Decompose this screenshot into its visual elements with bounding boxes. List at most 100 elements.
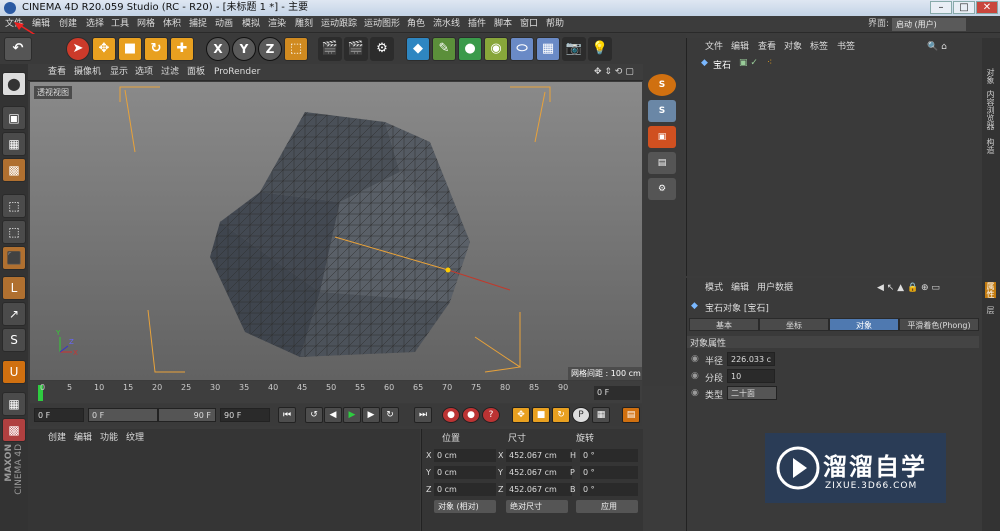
objmgr-menu-objects[interactable]: 对象 xyxy=(784,40,802,54)
keyframe-selection-icon[interactable]: ? xyxy=(482,407,500,423)
size-y-field[interactable]: 452.067 cm xyxy=(506,466,572,479)
rotation-h-field[interactable]: 0 ° xyxy=(580,449,638,462)
rotation-p-field[interactable]: 0 ° xyxy=(580,466,638,479)
viewport-menu-options[interactable]: 选项 xyxy=(135,64,153,81)
attr-menu-edit[interactable]: 编辑 xyxy=(731,281,749,295)
subdivision-icon[interactable]: ● xyxy=(458,37,482,61)
attr-menu-mode[interactable]: 模式 xyxy=(705,281,723,295)
key-rotation-icon[interactable]: ↻ xyxy=(552,407,570,423)
menu-sculpt[interactable]: 雕刻 xyxy=(295,16,313,33)
coord-size-mode-select[interactable]: 绝对尺寸 xyxy=(506,500,568,513)
key-pla-icon[interactable]: ▦ xyxy=(592,407,610,423)
deformer-icon[interactable]: ⬭ xyxy=(510,37,534,61)
render-view-icon[interactable]: 🎬 xyxy=(318,37,342,61)
layout-select[interactable]: 启动 (用户) xyxy=(892,18,966,31)
viewport-menu-view[interactable]: 查看 xyxy=(48,64,66,81)
side-tab-objects[interactable]: 对象 xyxy=(985,68,996,84)
planar-workplane-icon[interactable]: ▩ xyxy=(2,418,26,442)
menu-pipeline[interactable]: 流水线 xyxy=(433,16,460,33)
texture-mode-icon[interactable]: ▦ xyxy=(2,132,26,156)
size-z-field[interactable]: 452.067 cm xyxy=(506,483,572,496)
objmgr-menu-edit[interactable]: 编辑 xyxy=(731,40,749,54)
side-tab-attributes[interactable]: 属性 xyxy=(985,282,996,298)
play-icon[interactable]: ▶ xyxy=(343,407,361,423)
tweak-mode-icon[interactable]: ↗ xyxy=(2,302,26,326)
menu-mograph[interactable]: 运动图形 xyxy=(364,16,400,33)
type-select[interactable]: 二十面 xyxy=(727,386,777,400)
viewport-menu-prorender[interactable]: ProRender xyxy=(214,64,260,81)
model-mode-icon[interactable]: ▣ xyxy=(2,106,26,130)
render-picture-viewer-icon[interactable]: 🎬 xyxy=(344,37,368,61)
magnet-icon[interactable]: U xyxy=(2,360,26,384)
camera-icon[interactable]: 📷 xyxy=(562,37,586,61)
objmgr-menu-file[interactable]: 文件 xyxy=(705,40,723,54)
film-icon[interactable]: ▤ xyxy=(648,152,676,174)
gear-icon[interactable]: ⚙ xyxy=(648,178,676,200)
x-axis-lock-button[interactable]: X xyxy=(206,37,230,61)
tab-coord[interactable]: 坐标 xyxy=(759,318,829,331)
next-key-icon[interactable]: ↻ xyxy=(381,407,399,423)
perspective-viewport[interactable]: Y X Z xyxy=(30,82,642,380)
objmgr-menu-bookmarks[interactable]: 书签 xyxy=(837,40,855,54)
menu-simulate[interactable]: 模拟 xyxy=(242,16,260,33)
menu-tools[interactable]: 工具 xyxy=(111,16,129,33)
size-x-field[interactable]: 452.067 cm xyxy=(506,449,572,462)
menu-script[interactable]: 脚本 xyxy=(494,16,512,33)
maximize-button[interactable]: □ xyxy=(953,1,975,14)
side-tab-content[interactable]: 内容浏览器 xyxy=(985,90,996,130)
folder-icon[interactable]: ▣ xyxy=(648,126,676,148)
live-selection-icon[interactable]: ➤ xyxy=(66,37,90,61)
viewport-menu-display[interactable]: 显示 xyxy=(110,64,128,81)
workplane-mode-icon[interactable]: ▩ xyxy=(2,158,26,182)
tab-object[interactable]: 对象 xyxy=(829,318,899,331)
menu-mesh[interactable]: 网格 xyxy=(137,16,155,33)
cube-icon[interactable]: ◆ xyxy=(406,37,430,61)
radius-field[interactable]: 226.033 c xyxy=(727,352,775,366)
visibility-icon[interactable]: ▣ ✓ xyxy=(739,58,758,68)
type-radio-icon[interactable]: ◉ xyxy=(691,388,699,398)
material-menu-texture[interactable]: 纹理 xyxy=(126,431,144,445)
rotate-icon[interactable]: ↻ xyxy=(144,37,168,61)
timeline-window-icon[interactable]: ▤ xyxy=(622,407,640,423)
segments-field[interactable]: 10 xyxy=(727,369,775,383)
minimize-button[interactable]: – xyxy=(930,1,952,14)
menu-snap[interactable]: 捕捉 xyxy=(189,16,207,33)
key-param-icon[interactable]: P xyxy=(572,407,590,423)
menu-plugins[interactable]: 插件 xyxy=(468,16,486,33)
z-axis-lock-button[interactable]: Z xyxy=(258,37,282,61)
material-menu-function[interactable]: 功能 xyxy=(100,431,118,445)
coordinate-system-icon[interactable]: ⬚ xyxy=(284,37,308,61)
axis-mode-icon[interactable]: L xyxy=(2,276,26,300)
tab-phong[interactable]: 平滑着色(Phong) xyxy=(899,318,979,331)
recent-tool-icon[interactable]: ✚ xyxy=(170,37,194,61)
menu-help[interactable]: 帮助 xyxy=(546,16,564,33)
pen-icon[interactable]: ✎ xyxy=(432,37,456,61)
scale-icon[interactable]: ■ xyxy=(118,37,142,61)
position-z-field[interactable]: 0 cm xyxy=(434,483,496,496)
edges-mode-icon[interactable]: ⬚ xyxy=(2,220,26,244)
viewport-menu-cameras[interactable]: 摄像机 xyxy=(74,64,101,81)
snap-settings-icon[interactable]: S xyxy=(648,100,676,122)
attr-menu-userdata[interactable]: 用户数据 xyxy=(757,281,793,295)
menu-motion-tracker[interactable]: 运动跟踪 xyxy=(321,16,357,33)
array-icon[interactable]: ◉ xyxy=(484,37,508,61)
start-frame-field[interactable]: 0 F xyxy=(34,408,84,422)
material-menu-create[interactable]: 创建 xyxy=(48,431,66,445)
side-tab-structure[interactable]: 构造 xyxy=(985,138,996,154)
end-frame-field[interactable]: 90 F xyxy=(220,408,270,422)
menu-create[interactable]: 创建 xyxy=(59,16,77,33)
menu-select[interactable]: 选择 xyxy=(86,16,104,33)
side-tab-layers[interactable]: 层 xyxy=(985,306,996,314)
tab-basic[interactable]: 基本 xyxy=(689,318,759,331)
position-x-field[interactable]: 0 cm xyxy=(434,449,496,462)
current-frame-field[interactable]: 0 F xyxy=(594,386,640,400)
material-menu-edit[interactable]: 编辑 xyxy=(74,431,92,445)
viewport-menu-filter[interactable]: 过滤 xyxy=(161,64,179,81)
coord-mode-select[interactable]: 对象 (相对) xyxy=(434,500,496,513)
floor-icon[interactable]: ▦ xyxy=(536,37,560,61)
points-mode-icon[interactable]: ⬚ xyxy=(2,194,26,218)
menu-render[interactable]: 渲染 xyxy=(268,16,286,33)
move-icon[interactable]: ✥ xyxy=(92,37,116,61)
prev-key-icon[interactable]: ↺ xyxy=(305,407,323,423)
range-start-field[interactable]: 0 F xyxy=(88,408,158,422)
